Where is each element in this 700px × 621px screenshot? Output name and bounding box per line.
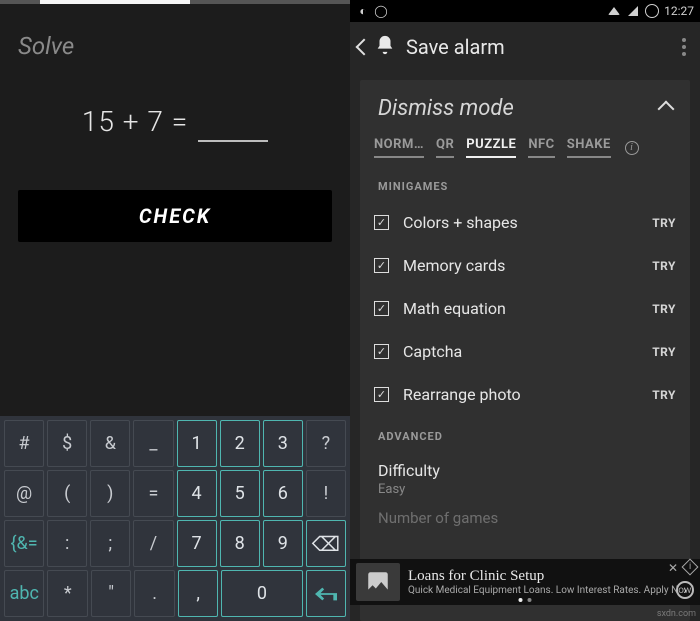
tab-puzzle[interactable]: PUZZLE [466, 137, 516, 158]
checkbox[interactable]: ✓ [374, 387, 389, 402]
ad-subtitle: Quick Medical Equipment Loans. Low Inter… [408, 585, 694, 596]
difficulty-title: Difficulty [378, 461, 672, 480]
tab-shake[interactable]: SHAKE [567, 137, 611, 158]
key-([interactable]: ( [47, 470, 87, 517]
minigame-row[interactable]: ✓ Rearrange photo TRY [360, 373, 690, 416]
key-{&=[interactable]: {&= [4, 520, 44, 567]
equation-row: 15 + 7 = [18, 102, 332, 142]
alarm-settings-pane: ◐ ◯ 12:27 Save alarm Dismiss mode NORM… Q… [350, 0, 700, 621]
try-button[interactable]: TRY [652, 388, 676, 402]
ad-banner[interactable]: Loans for Clinic Setup Quick Medical Equ… [350, 559, 700, 605]
headphones-icon: ◐ [356, 4, 370, 18]
key-*[interactable]: * [47, 570, 87, 617]
ad-pager-dots [519, 598, 532, 602]
key-)[interactable]: ) [90, 470, 130, 517]
ad-thumbnail [356, 563, 400, 601]
try-button[interactable]: TRY [652, 216, 676, 230]
minigame-row[interactable]: ✓ Math equation TRY [360, 287, 690, 330]
dismiss-tabs: NORM… QR PUZZLE NFC SHAKE i [360, 133, 690, 166]
try-button[interactable]: TRY [652, 302, 676, 316]
key-5[interactable]: 5 [220, 470, 260, 517]
key-$[interactable]: $ [47, 420, 87, 467]
info-icon[interactable]: i [625, 141, 639, 155]
minigame-row[interactable]: ✓ Memory cards TRY [360, 244, 690, 287]
key-1[interactable]: 1 [177, 420, 217, 467]
minigame-row[interactable]: ✓ Captcha TRY [360, 330, 690, 373]
advanced-header: ADVANCED [360, 416, 690, 451]
wifi-icon [607, 4, 621, 18]
checkbox[interactable]: ✓ [374, 258, 389, 273]
key-#[interactable]: # [4, 420, 44, 467]
minigame-label: Memory cards [403, 256, 505, 275]
try-button[interactable]: TRY [652, 345, 676, 359]
chevron-up-icon [658, 100, 675, 117]
key-,[interactable]: , [178, 570, 218, 617]
math-puzzle-pane: Solve 15 + 7 = CHECK #$&_123? @()=456! {… [0, 0, 350, 621]
key-;[interactable]: ; [90, 520, 130, 567]
app-bar: Save alarm [350, 22, 700, 72]
checkbox[interactable]: ✓ [374, 215, 389, 230]
key-=[interactable]: = [133, 470, 173, 517]
keyboard: #$&_123? @()=456! {&=:;/789⌫ abc*".,0 [0, 416, 350, 621]
key-@[interactable]: @ [4, 470, 44, 517]
watermark: sxdn.com [657, 609, 696, 619]
alarm-icon [374, 34, 396, 60]
tab-qr[interactable]: QR [436, 137, 454, 158]
key-/[interactable]: / [133, 520, 173, 567]
key-:[interactable]: : [47, 520, 87, 567]
minigame-label: Colors + shapes [403, 213, 518, 232]
key-8[interactable]: 8 [220, 520, 260, 567]
key-.[interactable]: . [134, 570, 174, 617]
key-![interactable]: ! [306, 470, 346, 517]
key-?[interactable]: ? [306, 420, 346, 467]
solve-prompt: Solve [18, 32, 332, 60]
tab-norm[interactable]: NORM… [374, 137, 424, 158]
chevron-left-icon [356, 39, 373, 56]
ad-title: Loans for Clinic Setup [408, 568, 694, 585]
key-9[interactable]: 9 [263, 520, 303, 567]
dismiss-mode-card: Dismiss mode NORM… QR PUZZLE NFC SHAKE i MINI… [360, 80, 690, 621]
key-&[interactable]: & [90, 420, 130, 467]
key-0[interactable]: 0 [221, 570, 302, 617]
section-header[interactable]: Dismiss mode [360, 80, 690, 133]
answer-input[interactable] [198, 102, 268, 142]
backspace-key[interactable]: ⌫ [306, 520, 346, 567]
clock-icon [645, 4, 659, 18]
ad-close-button[interactable]: ✕ [668, 561, 678, 575]
checkbox[interactable]: ✓ [374, 301, 389, 316]
key-7[interactable]: 7 [177, 520, 217, 567]
number-of-games-row[interactable]: Number of games [360, 501, 690, 527]
minigame-label: Math equation [403, 299, 506, 318]
checkbox[interactable]: ✓ [374, 344, 389, 359]
key-4[interactable]: 4 [177, 470, 217, 517]
circle-icon: ◯ [374, 4, 388, 18]
status-bar: ◐ ◯ 12:27 [350, 0, 700, 22]
status-time: 12:27 [664, 4, 694, 18]
try-button[interactable]: TRY [652, 259, 676, 273]
key-"[interactable]: " [91, 570, 131, 617]
section-title: Dismiss mode [378, 96, 514, 121]
key-2[interactable]: 2 [220, 420, 260, 467]
key-_[interactable]: _ [133, 420, 173, 467]
appbar-title: Save alarm [406, 35, 505, 59]
minigames-header: MINIGAMES [360, 166, 690, 201]
progress-bar [0, 0, 350, 4]
equation-text: 15 + 7 = [82, 105, 188, 138]
tab-nfc[interactable]: NFC [528, 137, 554, 158]
minigame-label: Rearrange photo [403, 385, 521, 404]
enter-key[interactable] [306, 570, 346, 617]
minigame-label: Captcha [403, 342, 462, 361]
key-3[interactable]: 3 [263, 420, 303, 467]
key-abc[interactable]: abc [4, 570, 44, 617]
minigame-row[interactable]: ✓ Colors + shapes TRY [360, 201, 690, 244]
difficulty-row[interactable]: Difficulty Easy [360, 451, 690, 501]
ad-arrow-icon[interactable]: › [676, 581, 694, 599]
back-button[interactable] [358, 41, 374, 53]
signal-icon [626, 4, 640, 18]
difficulty-value: Easy [378, 482, 672, 497]
check-button[interactable]: CHECK [18, 190, 332, 242]
overflow-menu-button[interactable] [676, 32, 692, 62]
key-6[interactable]: 6 [263, 470, 303, 517]
